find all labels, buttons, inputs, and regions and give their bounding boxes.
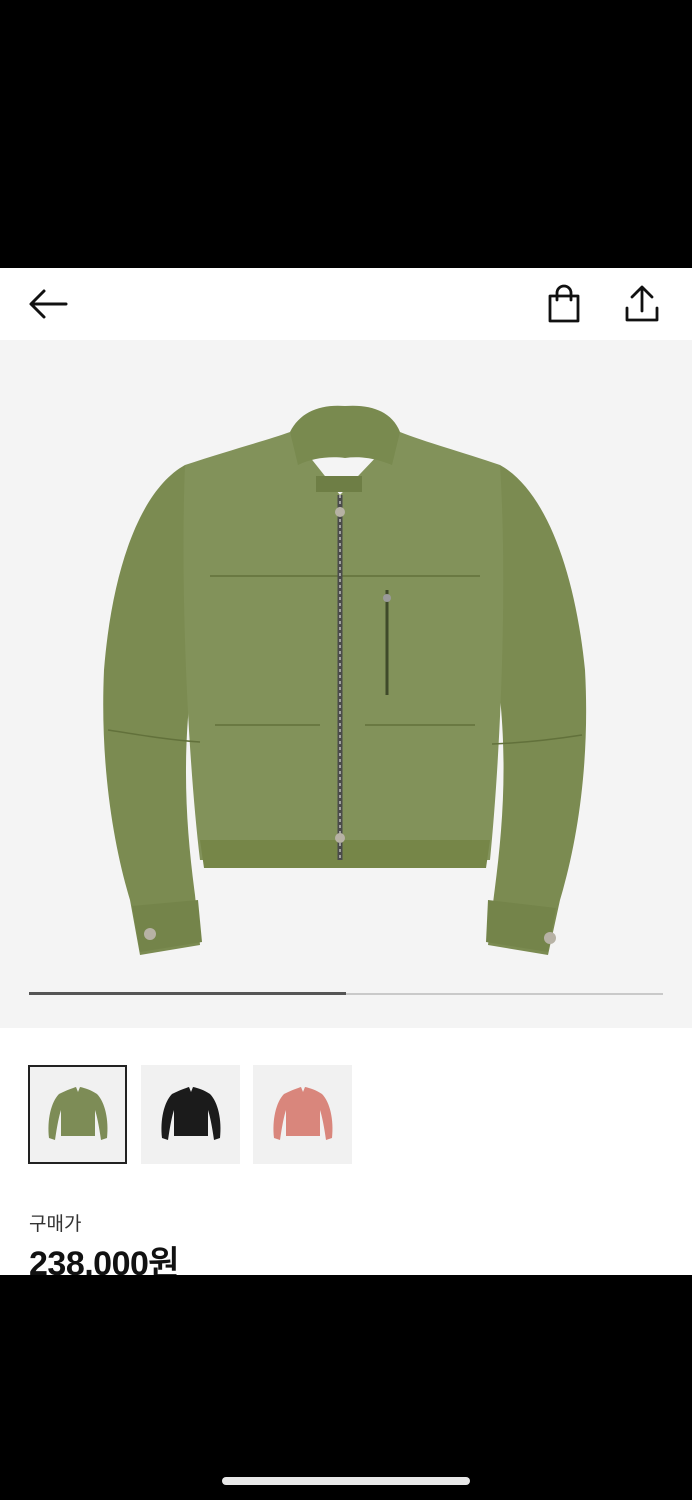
price-value: 238,000원 bbox=[29, 1245, 180, 1275]
bottom-black-area bbox=[0, 1275, 692, 1500]
price-label: 구매가 bbox=[29, 1214, 82, 1235]
jacket-thumbnail-black bbox=[160, 1086, 221, 1140]
thumbnail-black[interactable] bbox=[141, 1065, 240, 1164]
share-upload-icon bbox=[625, 285, 659, 322]
share-button[interactable] bbox=[616, 278, 668, 330]
product-image-carousel[interactable] bbox=[0, 340, 692, 1028]
status-area-black bbox=[0, 0, 692, 268]
back-button[interactable] bbox=[22, 278, 74, 330]
product-screen: 구매가 238,000원 bbox=[0, 268, 692, 1275]
jacket-thumbnail-olive bbox=[47, 1086, 108, 1140]
jacket-image bbox=[103, 405, 587, 955]
carousel-progress-fill bbox=[29, 992, 346, 995]
carousel-progress-track bbox=[29, 992, 663, 995]
home-indicator[interactable] bbox=[222, 1477, 470, 1485]
cart-button[interactable] bbox=[538, 278, 590, 330]
arrow-left-icon bbox=[29, 289, 68, 319]
jacket-thumbnail-pink bbox=[272, 1086, 333, 1140]
shopping-bag-icon bbox=[548, 284, 580, 323]
thumbnail-pink[interactable] bbox=[253, 1065, 352, 1164]
top-navbar bbox=[0, 268, 692, 340]
thumbnail-olive[interactable] bbox=[28, 1065, 127, 1164]
